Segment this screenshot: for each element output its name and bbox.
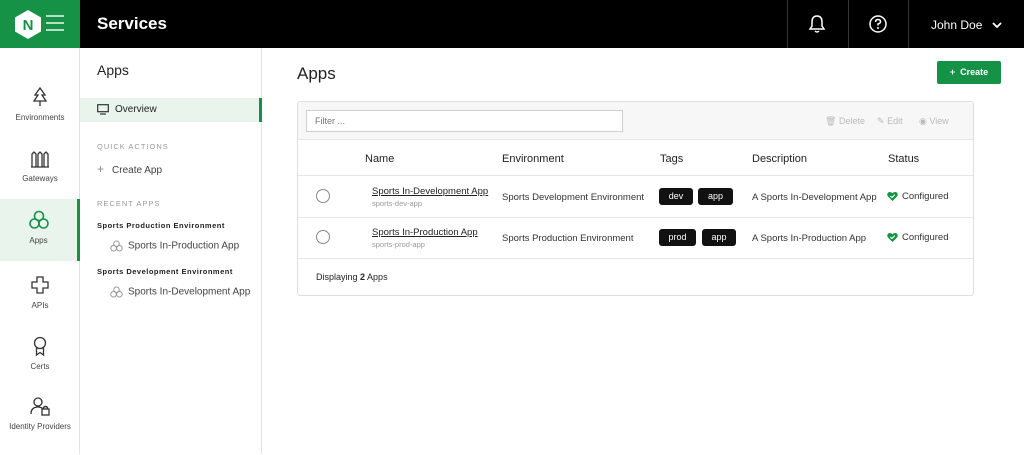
monitor-icon <box>97 104 109 115</box>
app-name-link[interactable]: Sports In-Development App <box>372 186 488 197</box>
recent-apps-heading: RECENT APPS <box>97 199 161 208</box>
page-title: Apps <box>297 64 336 83</box>
apps-icon <box>110 286 123 298</box>
nav-apps[interactable]: Apps <box>0 199 80 261</box>
quick-actions-heading: QUICK ACTIONS <box>97 142 169 151</box>
heart-check-icon <box>887 232 898 242</box>
top-bar: N Services John Doe <box>0 0 1024 48</box>
apps-table: 🗑︎ Delete ✎ Edit ◉ View Name Environment… <box>297 101 974 296</box>
delete-button[interactable]: 🗑︎ Delete <box>825 116 865 127</box>
row-select-radio[interactable] <box>316 230 330 244</box>
nav-identity-providers[interactable]: Identity Providers <box>0 395 80 455</box>
recent-app-link[interactable]: Sports In-Development App <box>110 286 250 298</box>
row-select-radio[interactable] <box>316 189 330 203</box>
gateway-icon <box>31 151 49 168</box>
eye-icon: ◉ <box>919 116 927 126</box>
nav-environments[interactable]: Environments <box>0 86 80 146</box>
tag-badge: app <box>698 188 733 205</box>
apps-icon <box>28 210 49 229</box>
nginx-logo-icon: N <box>15 10 41 39</box>
filter-input[interactable] <box>306 110 623 132</box>
app-name-link[interactable]: Sports In-Production App <box>372 227 478 238</box>
chevron-down-icon[interactable] <box>991 19 1003 31</box>
table-footer-count: Displaying 2 Apps <box>316 272 388 282</box>
column-header-environment[interactable]: Environment <box>502 153 564 165</box>
nav-certs[interactable]: Certs <box>0 335 80 395</box>
tag-badge: dev <box>659 188 693 205</box>
apps-sidebar: Apps Overview QUICK ACTIONS + Create App … <box>80 48 262 454</box>
svg-text:N: N <box>23 17 34 34</box>
table-toolbar: 🗑︎ Delete ✎ Edit ◉ View <box>298 102 973 140</box>
recent-env-label: Sports Production Environment <box>97 221 225 230</box>
help-icon[interactable] <box>867 13 889 35</box>
recent-env-label: Sports Development Environment <box>97 267 233 276</box>
nav-apis[interactable]: APIs <box>0 274 80 334</box>
menu-lines-icon[interactable] <box>46 15 64 36</box>
apps-icon <box>110 240 123 252</box>
user-menu-name[interactable]: John Doe <box>931 18 982 32</box>
recent-app-link[interactable]: Sports In-Production App <box>110 240 239 252</box>
certificate-icon <box>33 336 47 357</box>
view-button[interactable]: ◉ View <box>919 116 949 127</box>
bell-icon[interactable] <box>806 13 828 35</box>
nav-gateways[interactable]: Gateways <box>0 147 80 207</box>
column-header-description[interactable]: Description <box>752 153 807 165</box>
sidebar-item-overview[interactable]: Overview <box>80 98 262 122</box>
tag-badge: app <box>702 229 736 246</box>
api-icon <box>31 276 49 294</box>
app-description: A Sports In-Development App <box>752 192 877 203</box>
status-badge: Configured <box>887 191 948 202</box>
identity-icon <box>30 397 50 416</box>
app-slug: sports-prod-app <box>372 240 425 249</box>
logo[interactable]: N <box>0 0 80 48</box>
page-section-title: Services <box>97 14 167 33</box>
edit-button[interactable]: ✎ Edit <box>877 116 903 127</box>
app-environment: Sports Production Environment <box>502 233 634 244</box>
plus-icon: + <box>949 67 956 77</box>
column-header-name[interactable]: Name <box>365 153 394 165</box>
status-badge: Configured <box>887 232 948 243</box>
app-slug: sports-dev-app <box>372 199 423 208</box>
app-environment: Sports Development Environment <box>502 192 645 203</box>
trash-icon: 🗑︎ <box>825 116 837 126</box>
tag-badge: prod <box>659 229 696 246</box>
column-header-status[interactable]: Status <box>888 153 919 165</box>
app-description: A Sports In-Production App <box>752 233 867 244</box>
primary-nav: Environments Gateways Apps APIs Certs Id… <box>0 48 80 454</box>
edit-icon: ✎ <box>877 116 885 126</box>
column-header-tags[interactable]: Tags <box>660 153 683 165</box>
tree-icon <box>32 86 48 106</box>
heart-check-icon <box>887 191 898 201</box>
plus-icon: + <box>97 162 105 176</box>
create-app-link[interactable]: + Create App <box>97 162 162 176</box>
sidebar-title: Apps <box>97 62 129 78</box>
create-button[interactable]: + Create <box>937 61 1001 84</box>
